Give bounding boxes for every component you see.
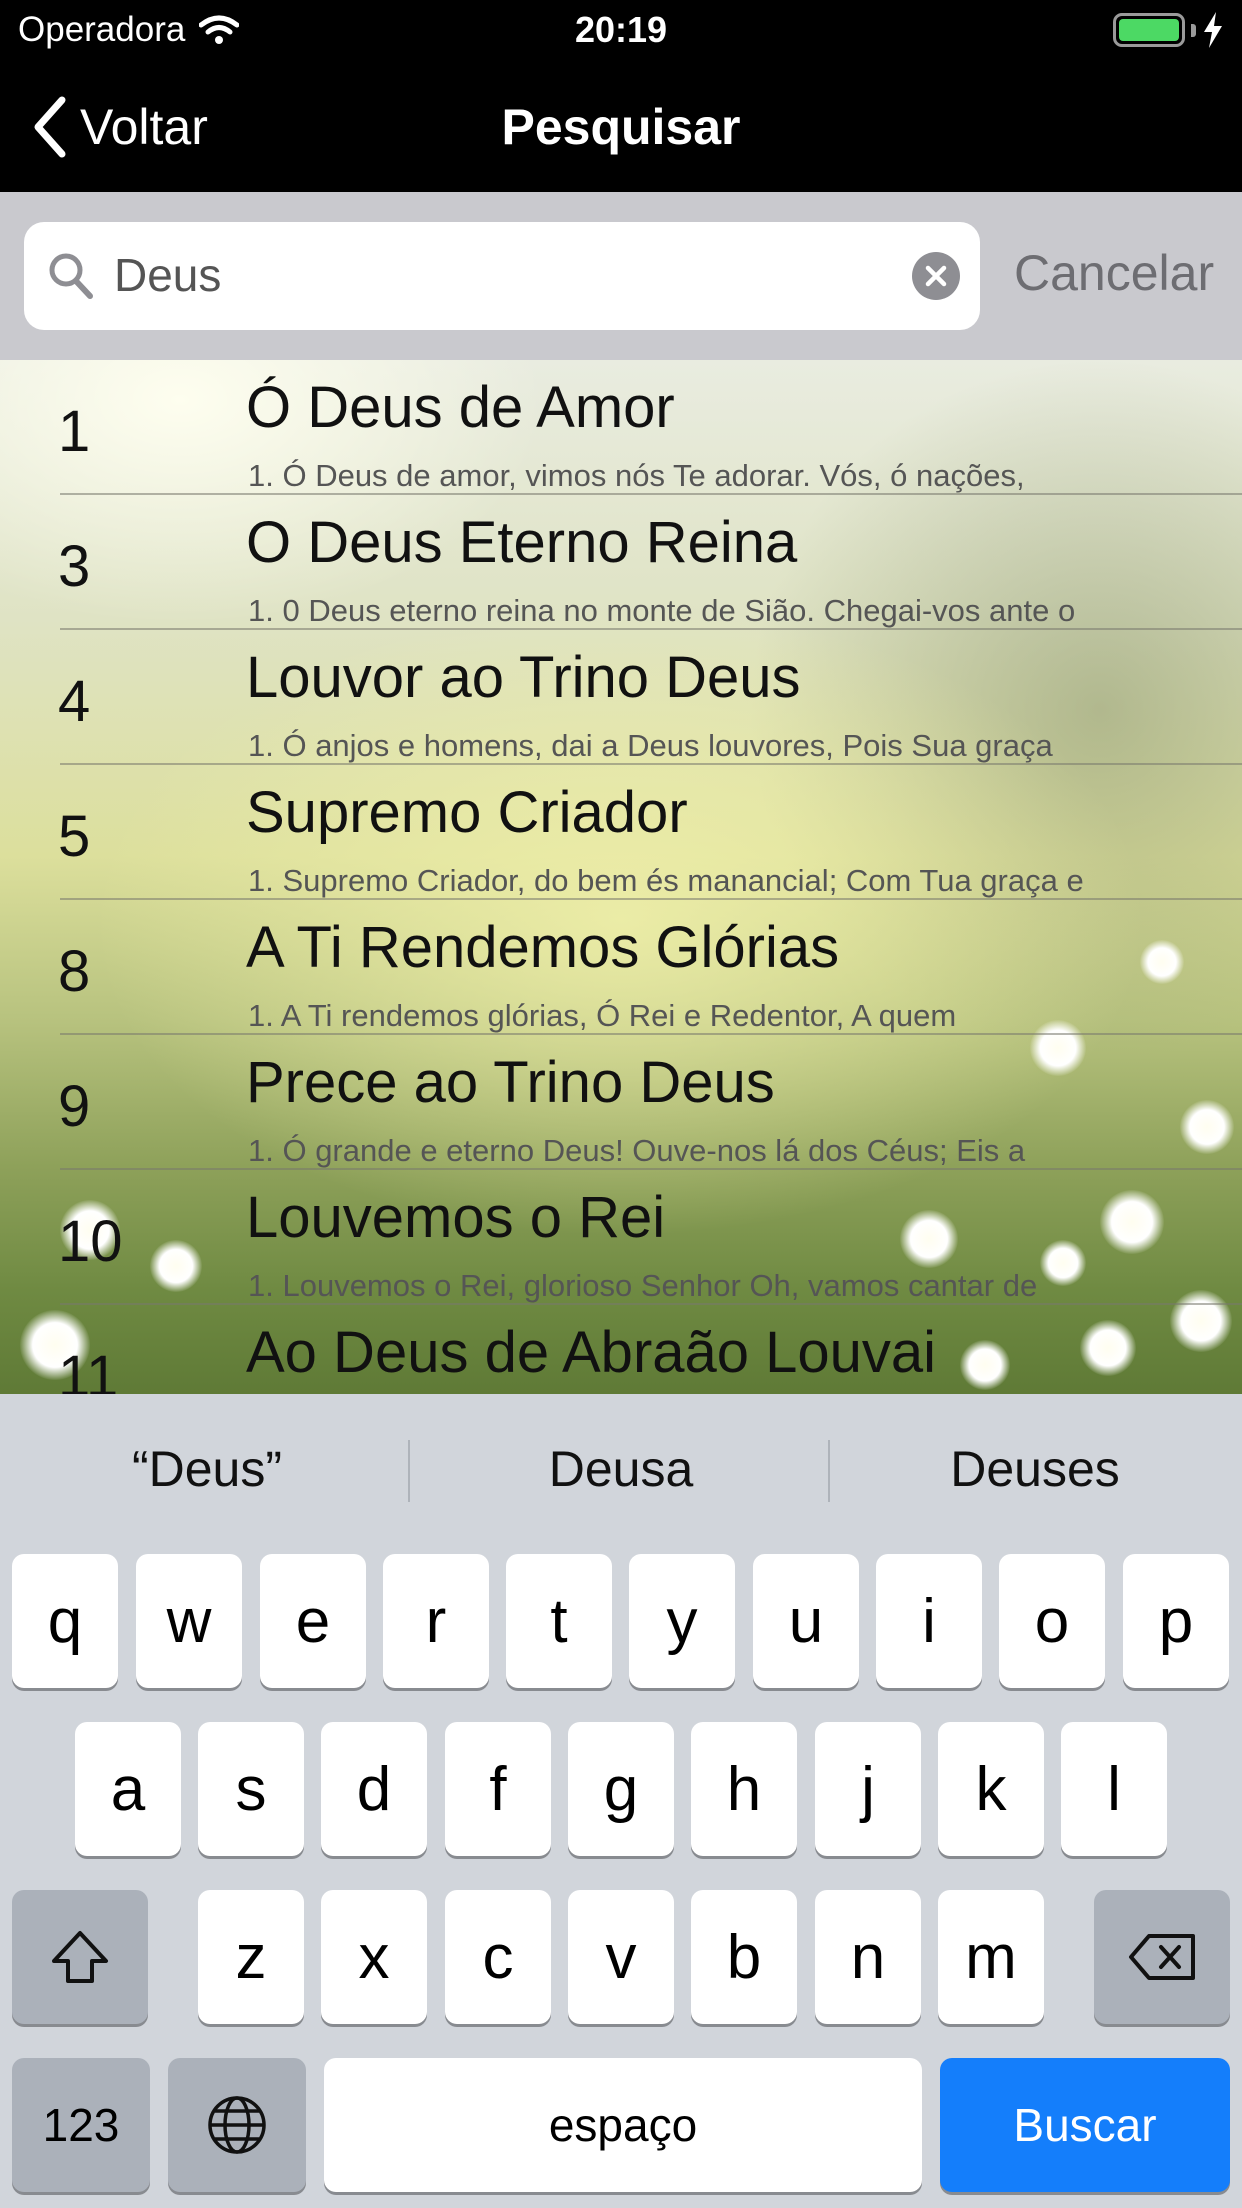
key-d[interactable]: d [321, 1722, 427, 1856]
key-a[interactable]: a [75, 1722, 181, 1856]
hymn-snippet: 1. Ó anjos e homens, dai a Deus louvores… [248, 728, 1053, 763]
list-item[interactable]: 4 Louvor ao Trino Deus 1. Ó anjos e home… [0, 630, 1242, 765]
hymn-title: Supremo Criador [246, 780, 688, 845]
key-c[interactable]: c [445, 1890, 551, 2024]
key-p[interactable]: p [1123, 1554, 1229, 1688]
globe-key[interactable] [168, 2058, 306, 2192]
search-return-key[interactable]: Buscar [940, 2058, 1230, 2192]
delete-key[interactable] [1094, 1890, 1230, 2024]
results-list[interactable]: 1 Ó Deus de Amor 1. Ó Deus de amor, vimo… [0, 360, 1242, 1394]
hymn-number: 5 [58, 804, 91, 869]
battery-indicator [1113, 12, 1224, 48]
status-bar: Operadora 20:19 [0, 0, 1242, 62]
key-e[interactable]: e [260, 1554, 366, 1688]
suggestion-item[interactable]: Deusa [414, 1394, 828, 1544]
keyboard: “Deus” Deusa Deuses q w e r t y u i o p … [0, 1394, 1242, 2208]
key-n[interactable]: n [815, 1890, 921, 2024]
hymn-number: 4 [58, 669, 91, 734]
hymn-snippet: 1. 0 Deus eterno reina no monte de Sião.… [248, 593, 1076, 628]
key-j[interactable]: j [815, 1722, 921, 1856]
hymn-title: O Deus Eterno Reina [246, 510, 798, 575]
key-x[interactable]: x [321, 1890, 427, 2024]
suggestion-divider [408, 1440, 410, 1502]
hymn-title: A Ti Rendemos Glórias [246, 915, 840, 980]
hymn-number: 10 [58, 1209, 123, 1274]
list-item[interactable]: 3 O Deus Eterno Reina 1. 0 Deus eterno r… [0, 495, 1242, 630]
key-s[interactable]: s [198, 1722, 304, 1856]
hymn-number: 9 [58, 1074, 91, 1139]
search-icon [49, 253, 93, 299]
key-r[interactable]: r [383, 1554, 489, 1688]
globe-icon [208, 2096, 266, 2154]
list-item[interactable]: 5 Supremo Criador 1. Supremo Criador, do… [0, 765, 1242, 900]
page-title: Pesquisar [501, 99, 741, 155]
hymn-snippet: 1. Supremo Criador, do bem és manancial;… [248, 863, 1084, 898]
list-item[interactable]: 10 Louvemos o Rei 1. Louvemos o Rei, glo… [0, 1170, 1242, 1305]
key-m[interactable]: m [938, 1890, 1044, 2024]
key-q[interactable]: q [12, 1554, 118, 1688]
list-item[interactable]: 1 Ó Deus de Amor 1. Ó Deus de amor, vimo… [0, 360, 1242, 495]
clear-search-icon[interactable] [912, 252, 960, 300]
key-o[interactable]: o [999, 1554, 1105, 1688]
key-z[interactable]: z [198, 1890, 304, 2024]
battery-icon [1113, 13, 1185, 47]
space-key[interactable]: espaço [324, 2058, 922, 2192]
shift-icon [52, 1931, 108, 1983]
hymn-number: 3 [58, 534, 91, 599]
navigation-bar: Voltar Pesquisar [0, 62, 1242, 192]
hymn-title: Louvor ao Trino Deus [246, 645, 801, 710]
key-b[interactable]: b [691, 1890, 797, 2024]
search-input[interactable]: Deus [24, 222, 980, 330]
shift-key[interactable] [12, 1890, 148, 2024]
hymn-snippet: 1. Louvemos o Rei, glorioso Senhor Oh, v… [248, 1268, 1038, 1303]
hymn-title: Prece ao Trino Deus [246, 1050, 775, 1115]
list-item[interactable]: 8 A Ti Rendemos Glórias 1. A Ti rendemos… [0, 900, 1242, 1035]
hymn-title: Ó Deus de Amor [246, 375, 675, 440]
key-l[interactable]: l [1061, 1722, 1167, 1856]
hymn-snippet: 1. Ó grande e eterno Deus! Ouve-nos lá d… [248, 1133, 1026, 1168]
key-f[interactable]: f [445, 1722, 551, 1856]
hymn-number: 1 [58, 399, 91, 464]
cancel-button[interactable]: Cancelar [1014, 244, 1214, 302]
hymn-number: 8 [58, 939, 91, 1004]
search-bar: Deus Cancelar [0, 192, 1242, 360]
key-w[interactable]: w [136, 1554, 242, 1688]
key-g[interactable]: g [568, 1722, 674, 1856]
key-i[interactable]: i [876, 1554, 982, 1688]
key-v[interactable]: v [568, 1890, 674, 2024]
key-k[interactable]: k [938, 1722, 1044, 1856]
key-y[interactable]: y [629, 1554, 735, 1688]
list-item[interactable]: 11 Ao Deus de Abraão Louvai [0, 1305, 1242, 1394]
key-t[interactable]: t [506, 1554, 612, 1688]
hymn-number: 11 [58, 1344, 119, 1394]
hymn-title: Louvemos o Rei [246, 1185, 666, 1250]
backspace-icon [1129, 1934, 1195, 1980]
hymn-title: Ao Deus de Abraão Louvai [246, 1320, 937, 1385]
list-item[interactable]: 9 Prece ao Trino Deus 1. Ó grande e eter… [0, 1035, 1242, 1170]
predictive-bar: “Deus” Deusa Deuses [0, 1394, 1242, 1544]
suggestion-item[interactable]: Deuses [828, 1394, 1242, 1544]
hymn-snippet: 1. Ó Deus de amor, vimos nós Te adorar. … [248, 458, 1025, 493]
numbers-key[interactable]: 123 [12, 2058, 150, 2192]
hymn-snippet: 1. A Ti rendemos glórias, Ó Rei e Redent… [248, 998, 957, 1033]
key-h[interactable]: h [691, 1722, 797, 1856]
charging-bolt-icon [1204, 12, 1222, 48]
suggestion-item[interactable]: “Deus” [0, 1394, 414, 1544]
key-u[interactable]: u [753, 1554, 859, 1688]
search-query: Deus [114, 249, 222, 301]
clock: 20:19 [574, 9, 668, 50]
